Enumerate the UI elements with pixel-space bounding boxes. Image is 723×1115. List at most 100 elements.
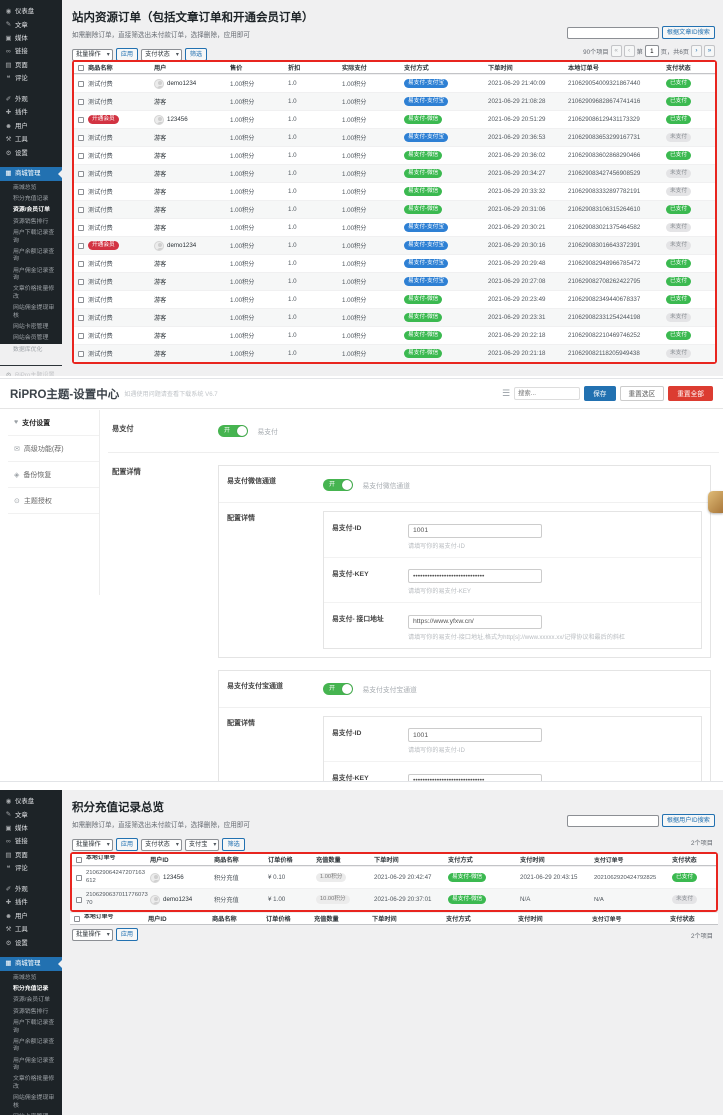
select-all-checkbox[interactable] <box>76 856 82 863</box>
bulk-actions-select-bottom[interactable]: 批量操作 <box>72 928 113 941</box>
bulk-actions-select[interactable]: 批量操作 <box>72 48 113 61</box>
settings-nav-item[interactable]: ✉ 高级功能(荐) <box>8 436 99 462</box>
product-cell[interactable]: 测试付费 <box>88 169 154 178</box>
settings-search-input[interactable] <box>514 387 581 400</box>
settings-nav-item[interactable]: ♥ 支付设置 <box>8 410 99 436</box>
bulk-actions-select[interactable]: 批量操作 <box>72 838 113 851</box>
row-checkbox[interactable] <box>78 152 84 159</box>
row-checkbox[interactable] <box>76 896 82 903</box>
sidebar-submenu-item[interactable]: 积分充值记录 <box>0 194 62 205</box>
pay-type-select[interactable]: 支付宝 <box>184 838 220 851</box>
sidebar-submenu-item[interactable]: 网站佣金提现审核 <box>0 303 62 322</box>
sidebar-menu-item[interactable]: ✎ 文章 <box>0 18 62 31</box>
epay-key-input[interactable] <box>408 569 542 583</box>
sidebar-menu-item[interactable]: ∞ 链接 <box>0 835 62 848</box>
epay-toggle[interactable]: 开 <box>218 424 248 437</box>
product-cell[interactable]: 测试付费 <box>88 313 154 322</box>
sidebar-submenu-item[interactable]: 网站卡密管理 <box>0 322 62 333</box>
pay-status-select[interactable]: 支付状态 <box>141 838 182 851</box>
sidebar-menu-item[interactable]: ☻ 用户 <box>0 120 62 133</box>
search-input[interactable] <box>566 26 659 39</box>
sidebar-submenu-item[interactable]: 用户余额记录查询 <box>0 1037 62 1056</box>
hamburger-menu-icon[interactable]: ☰ <box>502 388 510 399</box>
last-page-button[interactable]: » <box>704 45 715 57</box>
sidebar-submenu-item[interactable]: 文章价格批量修改 <box>0 284 62 303</box>
apply-button[interactable]: 应用 <box>115 838 139 851</box>
sidebar-menu-item[interactable]: ▤ 页面 <box>0 849 62 862</box>
row-checkbox[interactable] <box>78 332 84 339</box>
sidebar-submenu-item[interactable]: 商城总览 <box>0 973 62 984</box>
sidebar-submenu-item[interactable]: 资源/会员订单 <box>0 995 62 1006</box>
product-cell[interactable]: 开通会员 <box>88 114 154 125</box>
row-checkbox[interactable] <box>78 350 84 357</box>
row-checkbox[interactable] <box>78 134 84 141</box>
product-cell[interactable]: 测试付费 <box>88 187 154 196</box>
channel-toggle[interactable]: 开 <box>323 478 353 491</box>
channel-toggle[interactable]: 开 <box>323 683 353 696</box>
sidebar-submenu-item[interactable]: 资源/会员订单 <box>0 205 62 216</box>
row-checkbox[interactable] <box>78 170 84 177</box>
sidebar-submenu-item[interactable]: 文章价格批量修改 <box>0 1074 62 1093</box>
row-checkbox[interactable] <box>78 98 84 105</box>
epay-key-input[interactable] <box>408 773 542 781</box>
pay-status-select[interactable]: 支付状态 <box>141 48 182 61</box>
product-cell[interactable]: 测试付费 <box>88 277 154 286</box>
sidebar-menu-item[interactable]: ✐ 外观 <box>0 883 62 896</box>
row-checkbox[interactable] <box>78 242 84 249</box>
sidebar-menu-item[interactable]: ✚ 插件 <box>0 896 62 909</box>
product-cell[interactable]: 测试付费 <box>88 295 154 304</box>
product-cell[interactable]: 测试付费 <box>88 259 154 268</box>
product-cell[interactable]: 测试付费 <box>88 151 154 160</box>
row-checkbox[interactable] <box>78 224 84 231</box>
sidebar-menu-item[interactable]: ▦ 商城管理 <box>0 957 62 971</box>
search-input[interactable] <box>566 814 659 827</box>
search-by-user-id-button[interactable]: 根据用户ID搜索 <box>661 814 715 827</box>
row-checkbox[interactable] <box>78 314 84 321</box>
row-checkbox[interactable] <box>78 116 84 123</box>
sidebar-menu-item[interactable]: ⚒ 工具 <box>0 923 62 936</box>
sidebar-submenu-item[interactable]: 资源销售排行 <box>0 1007 62 1018</box>
sidebar-submenu-item[interactable]: 用户佣金记录查询 <box>0 1056 62 1075</box>
product-cell[interactable]: 测试付费 <box>88 79 154 88</box>
sidebar-footer-item[interactable]: ⚙ RiPro主题设置 <box>0 369 62 376</box>
row-checkbox[interactable] <box>78 296 84 303</box>
sidebar-submenu-item[interactable]: 用户余额记录查询 <box>0 247 62 266</box>
sidebar-menu-item[interactable]: ◉ 仪表盘 <box>0 795 62 808</box>
sidebar-submenu-item[interactable]: 用户佣金记录查询 <box>0 266 62 285</box>
sidebar-menu-item[interactable]: ❝ 评论 <box>0 72 62 85</box>
select-all-checkbox[interactable] <box>78 64 84 71</box>
sidebar-menu-item[interactable]: ✚ 插件 <box>0 106 62 119</box>
sidebar-menu-item[interactable]: ⚙ 设置 <box>0 147 62 160</box>
sidebar-menu-item[interactable]: ❝ 评论 <box>0 862 62 875</box>
sidebar-submenu-item[interactable]: 用户下载记录查询 <box>0 1018 62 1037</box>
product-cell[interactable]: 测试付费 <box>88 133 154 142</box>
product-cell[interactable]: 测试付费 <box>88 205 154 214</box>
product-cell[interactable]: 测试付费 <box>88 97 154 106</box>
product-cell[interactable]: 测试付费 <box>88 349 154 358</box>
sidebar-submenu-item[interactable]: 数据库优化 <box>0 345 62 356</box>
sidebar-menu-item[interactable]: ▣ 媒体 <box>0 822 62 835</box>
sidebar-submenu-item[interactable]: 商城总览 <box>0 183 62 194</box>
product-cell[interactable]: 测试付费 <box>88 223 154 232</box>
sidebar-menu-item[interactable]: ⚙ 设置 <box>0 937 62 950</box>
reset-all-button[interactable]: 重置全部 <box>668 386 713 401</box>
settings-nav-item[interactable]: ◈ 备份恢复 <box>8 462 99 488</box>
save-button[interactable]: 保存 <box>584 386 616 401</box>
sidebar-menu-item[interactable]: ✐ 外观 <box>0 93 62 106</box>
sidebar-submenu-item[interactable]: 资源销售排行 <box>0 217 62 228</box>
settings-nav-item[interactable]: ⊙ 主题授权 <box>8 488 99 514</box>
sidebar-menu-item[interactable]: ◉ 仪表盘 <box>0 5 62 18</box>
sidebar-submenu-item[interactable]: 网站佣金提现审核 <box>0 1093 62 1112</box>
reset-section-button[interactable]: 重置选区 <box>619 386 665 401</box>
sidebar-menu-item[interactable]: ▦ 商城管理 <box>0 167 62 181</box>
apply-button-bottom[interactable]: 应用 <box>115 928 139 941</box>
row-checkbox[interactable] <box>78 80 84 87</box>
epay-id-input[interactable] <box>408 523 542 538</box>
first-page-button[interactable]: « <box>610 45 622 57</box>
current-page-input[interactable] <box>644 45 659 57</box>
select-all-checkbox[interactable] <box>74 915 80 922</box>
next-page-button[interactable]: › <box>691 45 702 57</box>
sidebar-submenu-item[interactable]: 网站会员管理 <box>0 333 62 344</box>
row-checkbox[interactable] <box>78 260 84 267</box>
prev-page-button[interactable]: ‹ <box>623 45 635 57</box>
